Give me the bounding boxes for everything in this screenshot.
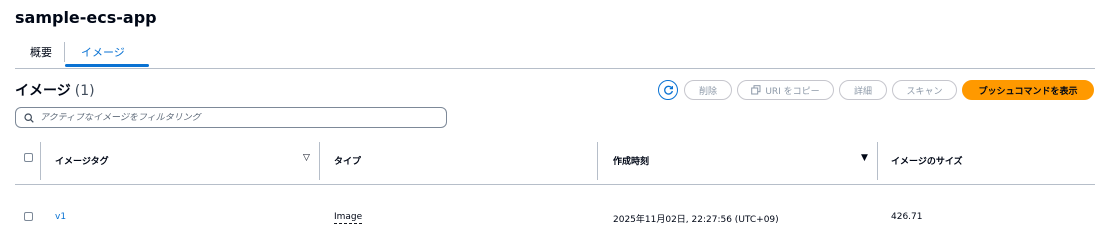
column-header-type[interactable]: タイプ [334,154,361,167]
search-icon [24,112,34,123]
copy-uri-label: URI をコピー [765,86,820,97]
images-section-title: イメージ (1) [15,80,95,100]
created-time: 2025年11月02日, 22:27:56 (UTC+09) [613,215,779,225]
sort-indicator-icon[interactable]: ▽ [303,153,310,163]
select-all-checkbox[interactable] [24,153,33,162]
row-select-checkbox[interactable] [24,212,33,221]
details-button[interactable]: 詳細 [839,80,887,100]
image-size: 426.71 [891,212,923,222]
column-divider [597,142,598,180]
section-title-text: イメージ [15,83,71,99]
image-tag-link[interactable]: v1 [55,212,66,222]
column-divider [319,142,320,180]
copy-icon [751,85,761,95]
tab-bar: 概要 イメージ [15,38,1095,69]
column-divider [40,142,41,180]
column-header-created-at[interactable]: 作成時刻 [613,154,649,167]
tab-images[interactable]: イメージ [81,44,125,60]
scan-button[interactable]: スキャン [892,80,957,100]
table-row: v1 Image 2025年11月02日, 22:27:56 (UTC+09) … [15,200,1095,230]
tab-overview[interactable]: 概要 [30,44,52,60]
delete-button[interactable]: 削除 [684,80,732,100]
image-filter-input[interactable] [40,112,420,123]
column-divider [877,142,878,180]
view-push-commands-button[interactable]: プッシュコマンドを表示 [962,80,1094,100]
column-header-image-size[interactable]: イメージのサイズ [891,154,963,167]
page-title: sample-ecs-app [15,8,157,27]
column-header-image-tag[interactable]: イメージタグ [55,154,109,167]
refresh-icon [663,85,673,95]
image-type[interactable]: Image [334,212,363,224]
sort-descending-icon[interactable]: ▼ [861,153,868,163]
table-header: イメージタグ ▽ タイプ 作成時刻 ▼ イメージのサイズ [15,140,1095,185]
image-count: (1) [74,83,95,99]
refresh-button[interactable] [658,80,678,100]
copy-uri-button[interactable]: URI をコピー [737,80,834,100]
active-tab-indicator [65,64,149,67]
image-filter-box [15,107,447,128]
tab-divider [64,42,65,62]
